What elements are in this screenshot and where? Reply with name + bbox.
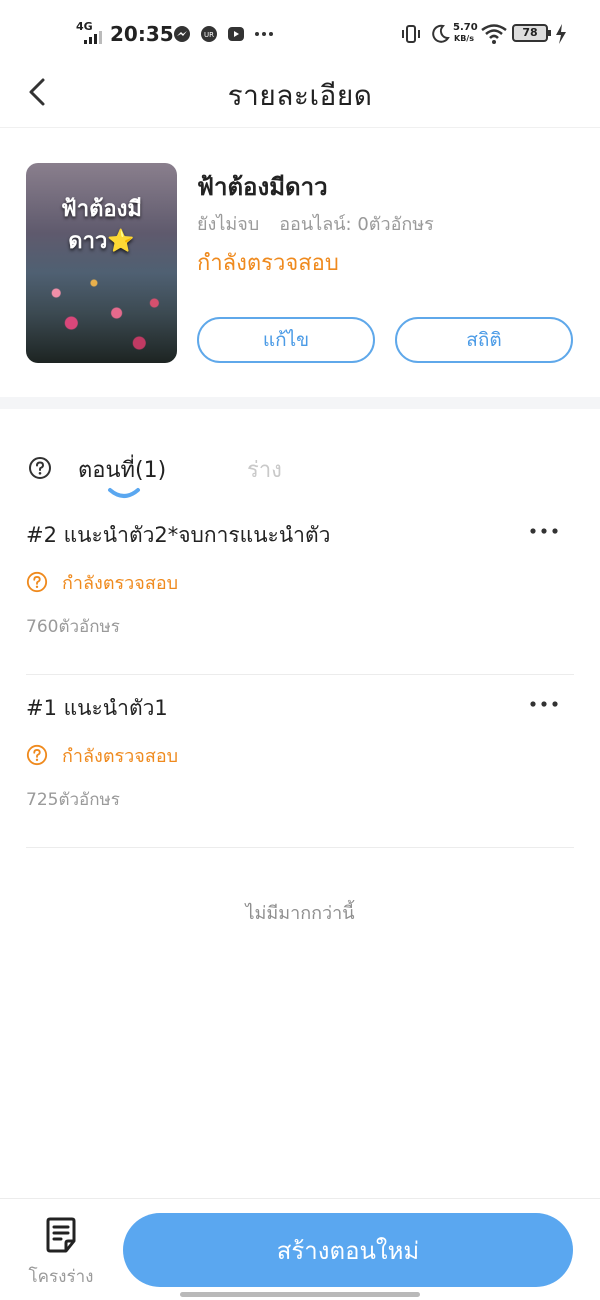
bottom-action-bar: โครงร่าง สร้างตอนใหม่ (0, 1198, 600, 1300)
online-char-count: ออนไลน์: 0ตัวอักษร (279, 214, 434, 235)
more-notifications-icon (255, 32, 273, 36)
more-options-icon[interactable] (526, 521, 562, 541)
episode-status: กำลังตรวจสอบ (62, 745, 179, 767)
statistics-button[interactable]: สถิติ (395, 317, 573, 363)
page-title: รายละเอียด (227, 79, 373, 112)
episode-char-count: 760ตัวอักษร (26, 617, 120, 637)
book-info-card: ฟ้าต้องมี ดาว⭐ ฟ้าต้องมีดาว ยังไม่จบ ออนไ… (0, 129, 600, 397)
messenger-icon (174, 26, 190, 42)
episode-title: #1 แนะนำตัว1 (26, 696, 168, 720)
chapter-tabs: ตอนที่(1) ร่าง (0, 430, 600, 510)
clock: 20:35 (110, 22, 174, 46)
signal-icon (84, 31, 102, 44)
episode-status: กำลังตรวจสอบ (62, 572, 179, 594)
battery-level: 78 (522, 26, 538, 39)
outline-notes-icon[interactable] (44, 1217, 78, 1253)
cover-title-line-1: ฟ้าต้องมี (61, 196, 142, 222)
book-cover[interactable]: ฟ้าต้องมี ดาว⭐ (26, 163, 177, 363)
battery-icon: 78 (512, 24, 548, 42)
do-not-disturb-moon-icon (432, 24, 450, 43)
episode-title: #2 แนะนำตัว2*จบการแนะนำตัว (26, 523, 331, 547)
pending-review-icon (26, 571, 48, 593)
home-indicator[interactable] (180, 1292, 420, 1297)
youtube-icon (228, 27, 244, 41)
active-tab-indicator (108, 488, 140, 498)
charging-bolt-icon (556, 24, 566, 44)
episode-item[interactable]: #1 แนะนำตัว1 กำลังตรวจสอบ 725ตัวอักษร (26, 676, 574, 848)
cover-title-line-2: ดาว⭐ (68, 228, 135, 254)
episode-status-row: กำลังตรวจสอบ (26, 742, 178, 768)
tab-episodes[interactable]: ตอนที่(1) (78, 452, 166, 487)
section-divider (0, 397, 600, 409)
completion-status: ยังไม่จบ (197, 214, 260, 235)
vibrate-icon (402, 25, 420, 43)
tab-drafts[interactable]: ร่าง (247, 452, 282, 487)
review-status: กำลังตรวจสอบ (197, 251, 339, 276)
episode-item[interactable]: #2 แนะนำตัว2*จบการแนะนำตัว กำลังตรวจสอบ … (26, 503, 574, 675)
end-of-list-text: ไม่มีมากกว่านี้ (245, 903, 355, 924)
network-speed-unit: KB/s (454, 34, 474, 43)
book-title: ฟ้าต้องมีดาว (197, 173, 328, 201)
svg-text:UR: UR (204, 31, 214, 39)
pending-review-icon (26, 744, 48, 766)
episode-char-count: 725ตัวอักษร (26, 790, 120, 810)
outline-label[interactable]: โครงร่าง (18, 1263, 104, 1290)
app-header: รายละเอียด (0, 64, 600, 128)
create-new-episode-button[interactable]: สร้างตอนใหม่ (123, 1213, 573, 1287)
status-bar: 4G 20:35 UR 5.70 KB/s 78 (0, 0, 600, 64)
edit-button[interactable]: แก้ไข (197, 317, 375, 363)
app-notification-icon: UR (201, 26, 217, 42)
cover-title-text: ฟ้าต้องมี ดาว⭐ (26, 193, 177, 257)
battery-cap (548, 30, 551, 36)
more-options-icon[interactable] (526, 694, 562, 714)
wifi-icon (481, 24, 507, 44)
book-meta: ยังไม่จบ ออนไลน์: 0ตัวอักษร (197, 209, 434, 238)
episode-status-row: กำลังตรวจสอบ (26, 569, 178, 595)
help-circle-icon[interactable] (28, 456, 52, 480)
network-speed-value: 5.70 (453, 22, 478, 33)
